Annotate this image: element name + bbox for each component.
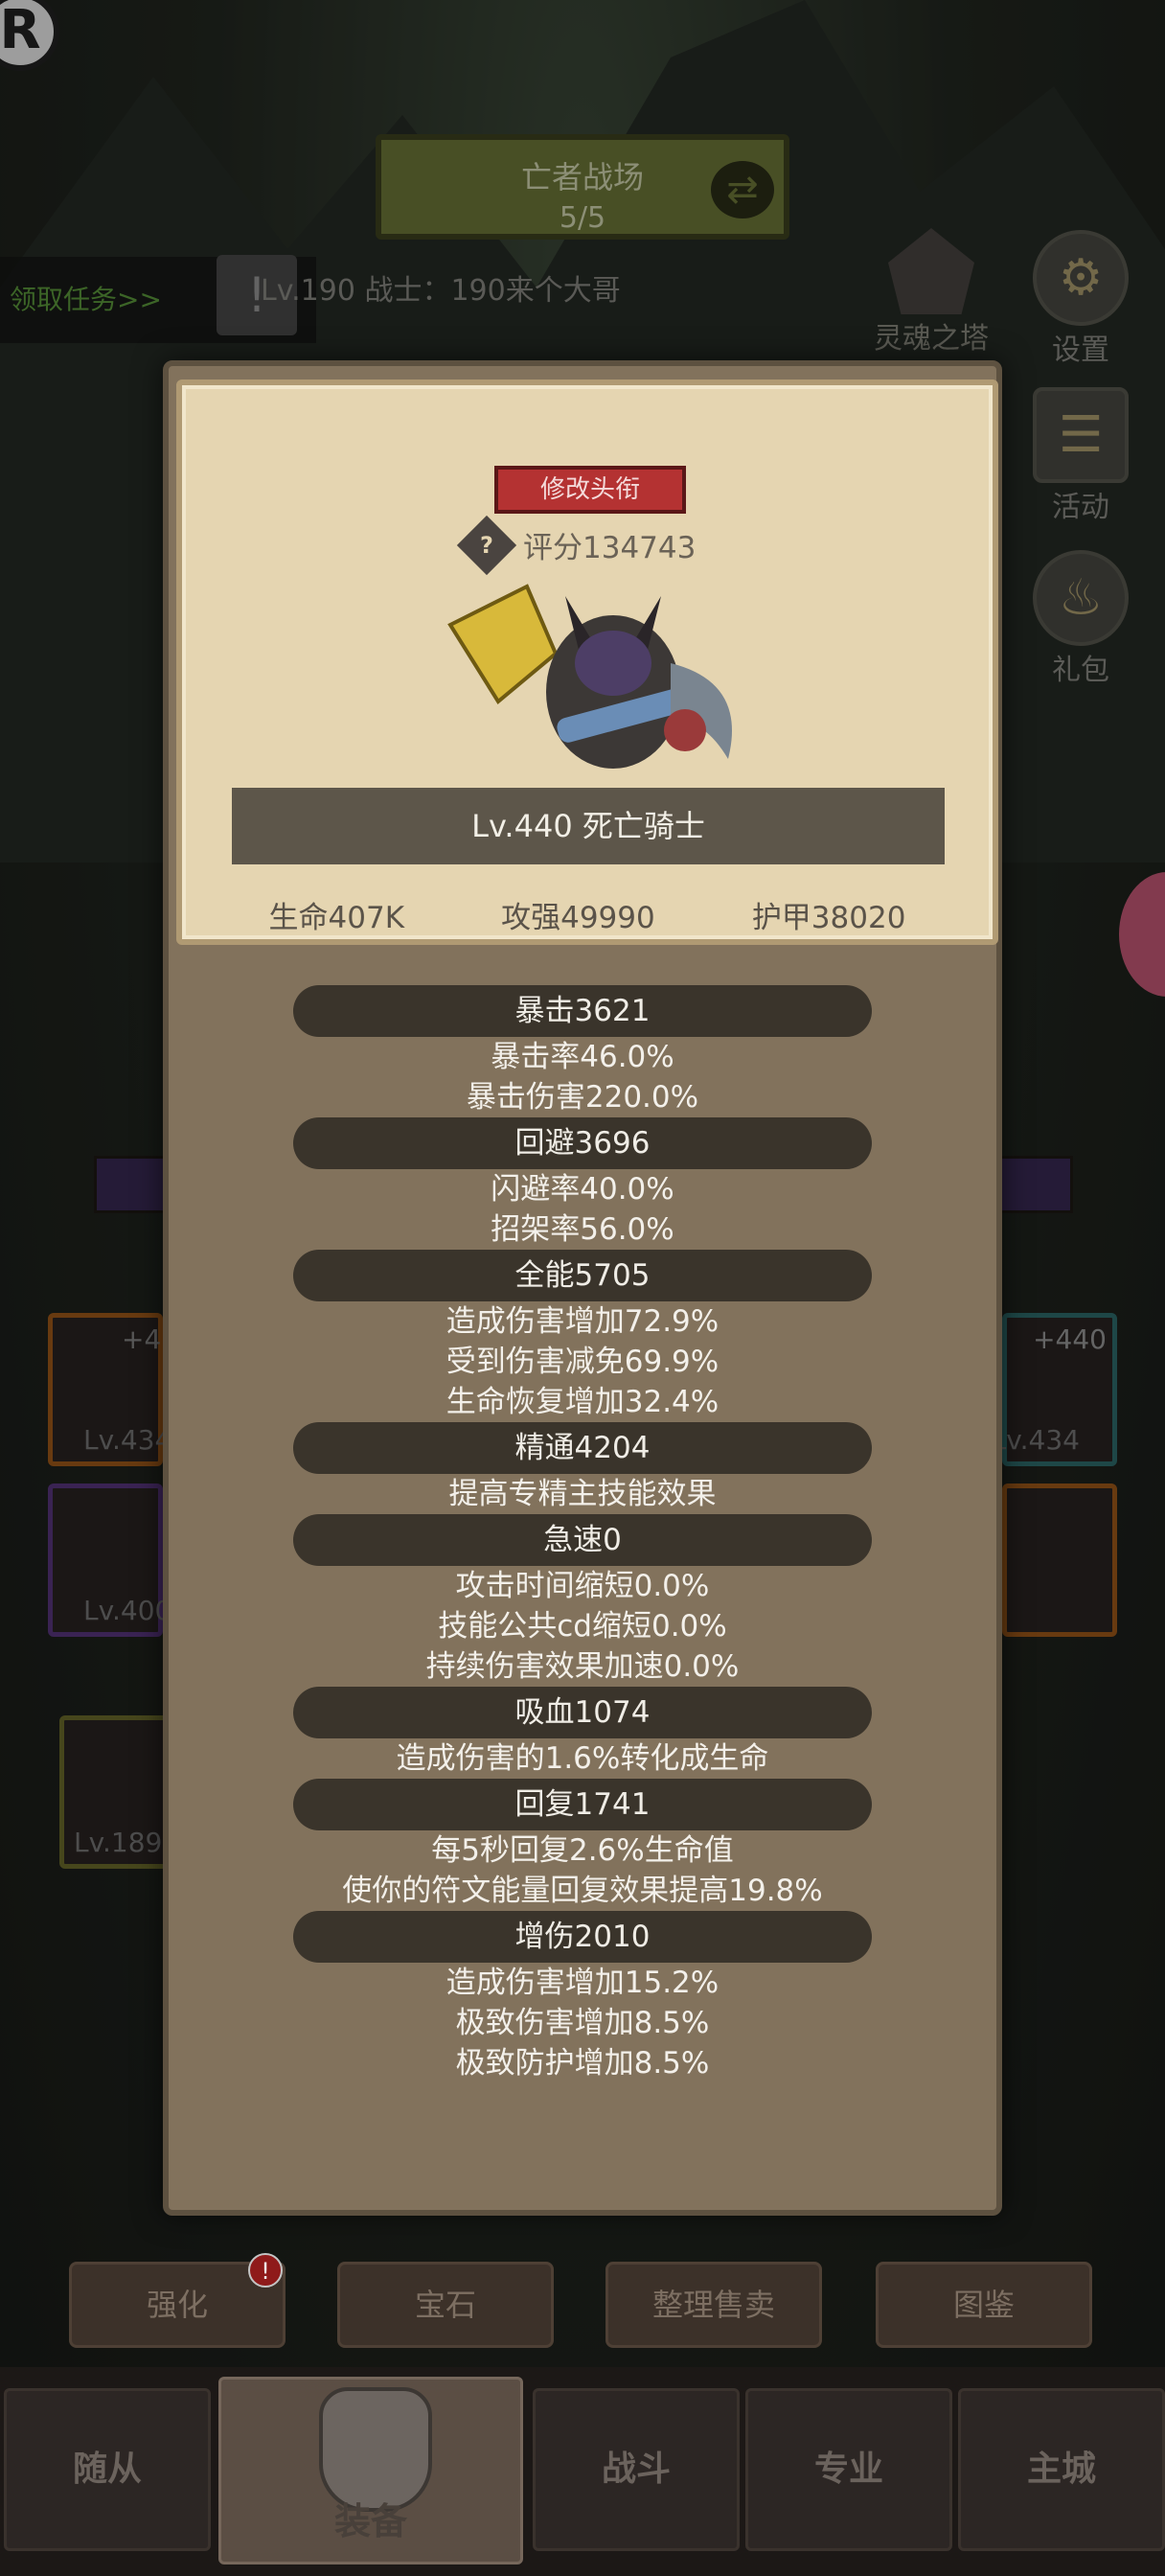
enhance-button[interactable]: 强化 ! [69, 2253, 286, 2348]
attr-line: 技能公共cd缩短0.0% [438, 1609, 727, 1644]
attr-line: 招架率56.0% [491, 1212, 674, 1247]
attr-line: 极致伤害增加8.5% [455, 2006, 710, 2040]
hp-stat: 生命407K [268, 901, 405, 935]
notification-badge: ! [248, 2253, 283, 2288]
enhance-label: 强化 [146, 2287, 208, 2323]
attr-line: 极致防护增加8.5% [455, 2046, 710, 2081]
armor-stat: 护甲38020 [751, 901, 906, 935]
core-stats: 生命407K 攻强49990 护甲38020 [182, 893, 993, 936]
sort-sell-button[interactable]: 整理售卖 [605, 2262, 822, 2348]
sort-sell-label: 整理售卖 [651, 2287, 775, 2323]
attr-header: 全能5705 [293, 1250, 872, 1301]
character-stats-modal: 修改头衔 ? 评分134743 Lv.440 死亡骑士 生命407K 攻强499… [163, 360, 1002, 2216]
attr-line: 暴击率46.0% [491, 1040, 674, 1074]
nav-battle-label: 战斗 [601, 2450, 671, 2489]
attr-line: 攻击时间缩短0.0% [455, 1569, 710, 1603]
attr-line: 暴击伤害220.0% [466, 1080, 699, 1115]
nav-equipment[interactable]: 装备 [218, 2377, 523, 2564]
attr-header: 增伤2010 [293, 1911, 872, 1963]
attr-line: 造成伤害增加15.2% [445, 1966, 720, 2000]
nav-main-city[interactable]: 主城 [958, 2388, 1165, 2551]
attr-line: 造成伤害的1.6%转化成生命 [396, 1741, 769, 1776]
attr-line: 提高专精主技能效果 [448, 1477, 717, 1511]
nav-profession[interactable]: 专业 [745, 2388, 952, 2551]
nav-followers[interactable]: 随从 [4, 2388, 211, 2551]
profile-card: 修改头衔 ? 评分134743 Lv.440 死亡骑士 生命407K 攻强499… [176, 380, 998, 945]
attr-line: 闪避率40.0% [491, 1172, 674, 1207]
attr-header: 回复1741 [293, 1779, 872, 1830]
attack-stat: 攻强49990 [501, 901, 655, 935]
nav-followers-label: 随从 [72, 2450, 142, 2489]
gem-button[interactable]: 宝石 [337, 2262, 554, 2348]
rename-title-button[interactable]: 修改头衔 [494, 466, 686, 514]
nav-battle[interactable]: 战斗 [533, 2388, 740, 2551]
nav-profession-label: 专业 [813, 2450, 883, 2489]
hero-name-bar: Lv.440 死亡骑士 [232, 788, 945, 864]
attr-header: 急速0 [293, 1514, 872, 1566]
attr-line: 生命恢复增加32.4% [445, 1385, 720, 1419]
attr-line: 造成伤害增加72.9% [445, 1304, 720, 1339]
attr-header: 回避3696 [293, 1117, 872, 1169]
attr-line: 受到伤害减免69.9% [445, 1345, 720, 1379]
gem-label: 宝石 [414, 2287, 476, 2323]
attr-header: 暴击3621 [293, 985, 872, 1037]
attr-header: 吸血1074 [293, 1687, 872, 1738]
nav-equipment-label: 装备 [333, 2500, 407, 2542]
nav-main-city-label: 主城 [1026, 2450, 1096, 2489]
death-knight-avatar [447, 584, 732, 769]
attr-header: 精通4204 [293, 1422, 872, 1474]
attr-line: 使你的符文能量回复效果提高19.8% [342, 1874, 823, 1908]
codex-label: 图鉴 [952, 2287, 1015, 2323]
codex-button[interactable]: 图鉴 [876, 2262, 1092, 2348]
attr-line: 每5秒回复2.6%生命值 [431, 1833, 734, 1868]
attr-line: 持续伤害效果加速0.0% [425, 1649, 740, 1684]
attribute-list: 暴击3621 暴击率46.0% 暴击伤害220.0% 回避3696 闪避率40.… [169, 985, 996, 2083]
